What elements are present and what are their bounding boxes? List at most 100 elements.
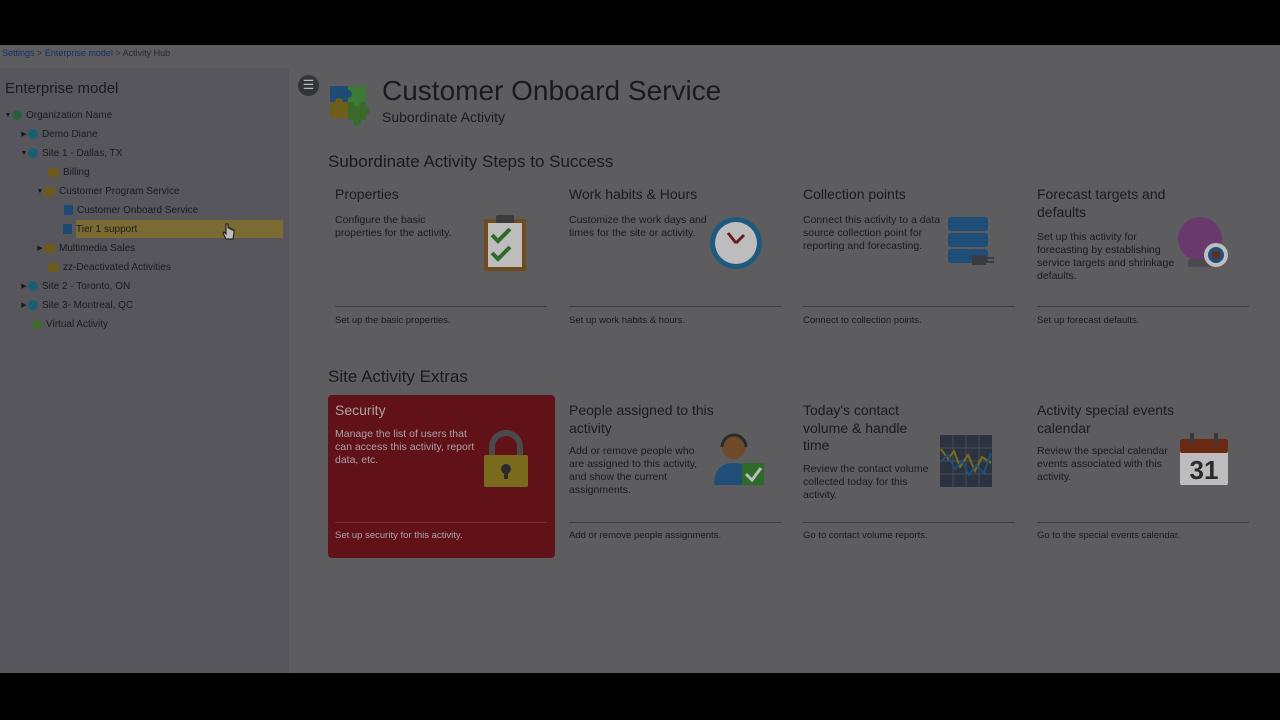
card-description: Set up this activity for forecasting by … bbox=[1037, 231, 1175, 282]
expand-arrow-icon[interactable]: ▼ bbox=[36, 188, 44, 195]
folder-icon bbox=[48, 167, 59, 177]
card-footer-link[interactable]: Set up work habits & hours. bbox=[569, 315, 685, 326]
globe-icon bbox=[28, 129, 38, 139]
security-card[interactable]: Security Manage the list of users that c… bbox=[328, 395, 555, 558]
card-footer-link[interactable]: Go to contact volume reports. bbox=[803, 530, 928, 541]
calendar-day-number: 31 bbox=[1190, 455, 1219, 485]
collapse-arrow-icon[interactable]: ▶ bbox=[20, 130, 28, 138]
special-events-calendar-card[interactable]: Activity special events calendar Review … bbox=[1030, 395, 1257, 558]
document-icon bbox=[64, 205, 73, 215]
card-description: Review the special calendar events assoc… bbox=[1037, 445, 1168, 483]
line-chart-icon bbox=[940, 435, 992, 487]
tree-item-label: Customer Onboard Service bbox=[77, 204, 199, 216]
tree-item-label: Multimedia Sales bbox=[59, 242, 136, 254]
crystal-ball-target-icon bbox=[1178, 217, 1228, 267]
tree-item-deactivated-activities[interactable]: zz-Deactivated Activities bbox=[48, 258, 171, 276]
card-description: Add or remove people who are assigned to… bbox=[569, 445, 698, 496]
contact-volume-card[interactable]: Today's contact volume & handle time Rev… bbox=[796, 395, 1023, 558]
card-title: Collection points bbox=[803, 186, 906, 202]
breadcrumb-settings[interactable]: Settings bbox=[2, 48, 35, 58]
main-content: ☰ Customer Onboard Service Subordinate A… bbox=[289, 68, 1280, 673]
tree-item-label: Billing bbox=[63, 166, 90, 178]
breadcrumb-separator: > bbox=[115, 48, 121, 58]
padlock-icon bbox=[484, 430, 528, 487]
pin-icon bbox=[33, 319, 42, 329]
card-footer-link[interactable]: Set up the basic properties. bbox=[335, 315, 451, 326]
card-divider bbox=[335, 522, 547, 523]
database-plug-icon bbox=[948, 217, 994, 265]
calendar-icon: 31 bbox=[1180, 433, 1228, 485]
breadcrumb-enterprise-model[interactable]: Enterprise model bbox=[45, 48, 113, 58]
menu-icon: ☰ bbox=[302, 77, 315, 92]
card-title: Today's contact volume & handle time bbox=[803, 402, 908, 453]
tree-item-multimedia-sales[interactable]: ▶ Multimedia Sales bbox=[36, 239, 135, 257]
tree-item-organization[interactable]: ▼ Organization Name bbox=[4, 106, 113, 124]
tree-item-billing[interactable]: Billing bbox=[48, 163, 90, 181]
card-description: Configure the basic properties for the a… bbox=[335, 214, 452, 239]
tree-item-label: Organization Name bbox=[26, 109, 113, 121]
tree-item-site-1[interactable]: ▼ Site 1 - Dallas, TX bbox=[20, 144, 123, 162]
card-footer-link[interactable]: Go to the special events calendar. bbox=[1037, 530, 1180, 541]
tree-item-tier-1-support[interactable]: Tier 1 support bbox=[63, 220, 283, 240]
tree-item-site-2[interactable]: ▶ Site 2 - Toronto, ON bbox=[20, 277, 130, 295]
globe-icon bbox=[28, 300, 38, 310]
collapse-arrow-icon[interactable]: ▶ bbox=[36, 244, 44, 252]
tree-item-virtual-activity[interactable]: Virtual Activity bbox=[33, 315, 108, 333]
person-headset-icon bbox=[714, 433, 764, 485]
people-assigned-card[interactable]: People assigned to this activity Add or … bbox=[562, 395, 789, 558]
expand-arrow-icon[interactable]: ▼ bbox=[20, 150, 28, 157]
folder-icon bbox=[44, 186, 55, 196]
activity-hub-app: Settings > Enterprise model > Activity H… bbox=[0, 45, 1280, 673]
card-divider bbox=[1037, 522, 1249, 523]
collapse-arrow-icon[interactable]: ▶ bbox=[20, 282, 28, 290]
tree-item-customer-program-service[interactable]: ▼ Customer Program Service bbox=[36, 182, 180, 200]
tree-item-label: Site 1 - Dallas, TX bbox=[42, 147, 123, 159]
card-footer-link[interactable]: Connect to collection points. bbox=[803, 315, 922, 326]
steps-section-title: Subordinate Activity Steps to Success bbox=[328, 152, 614, 171]
tree-item-customer-onboard-service[interactable]: Customer Onboard Service bbox=[64, 201, 198, 219]
tree-item-label: Virtual Activity bbox=[46, 318, 109, 330]
card-divider bbox=[569, 522, 781, 523]
menu-button[interactable]: ☰ bbox=[298, 75, 319, 96]
sidebar: Enterprise model ▼ Organization Name ▶ D… bbox=[0, 68, 289, 673]
document-icon bbox=[63, 224, 72, 234]
card-title: Properties bbox=[335, 186, 399, 202]
globe-icon bbox=[28, 281, 38, 291]
card-footer-link[interactable]: Set up forecast defaults. bbox=[1037, 315, 1139, 326]
breadcrumb: Settings > Enterprise model > Activity H… bbox=[2, 48, 170, 58]
tree-item-site-3[interactable]: ▶ Site 3- Montreal, QC bbox=[20, 296, 133, 314]
mouse-pointer-icon bbox=[222, 223, 235, 240]
tree-item-label: Site 3- Montreal, QC bbox=[42, 299, 134, 311]
extras-section-title: Site Activity Extras bbox=[328, 367, 468, 386]
collapse-arrow-icon[interactable]: ▶ bbox=[20, 301, 28, 309]
collection-points-card[interactable]: Collection points Connect this activity … bbox=[796, 179, 1023, 342]
properties-card[interactable]: Properties Configure the basic propertie… bbox=[328, 179, 555, 342]
card-footer-link[interactable]: Set up security for this activity. bbox=[335, 530, 463, 541]
expand-arrow-icon[interactable]: ▼ bbox=[4, 112, 12, 119]
page-subtitle: Subordinate Activity bbox=[382, 109, 505, 125]
puzzle-pieces-icon bbox=[330, 86, 370, 126]
work-habits-card[interactable]: Work habits & Hours Customize the work d… bbox=[562, 179, 789, 342]
card-footer-link[interactable]: Add or remove people assignments. bbox=[569, 530, 721, 541]
tree-item-label: Customer Program Service bbox=[59, 185, 180, 197]
forecast-targets-card[interactable]: Forecast targets and defaults Set up thi… bbox=[1030, 179, 1257, 342]
card-divider bbox=[803, 306, 1015, 307]
card-title: Security bbox=[335, 402, 386, 418]
card-divider bbox=[1037, 306, 1249, 307]
tree-item-label: Site 2 - Toronto, ON bbox=[42, 280, 131, 292]
card-description: Connect this activity to a data source c… bbox=[803, 214, 941, 252]
breadcrumb-separator: > bbox=[37, 48, 43, 58]
clipboard-check-icon bbox=[484, 215, 526, 271]
folder-icon bbox=[48, 262, 59, 272]
card-description: Manage the list of users that can access… bbox=[335, 428, 475, 466]
globe-icon bbox=[28, 148, 38, 158]
globe-icon bbox=[12, 110, 22, 120]
tree-item-label: Demo Diane bbox=[42, 128, 98, 140]
tree-item-label: Tier 1 support bbox=[76, 223, 138, 235]
card-divider bbox=[569, 306, 781, 307]
tree-item-demo-diane[interactable]: ▶ Demo Diane bbox=[20, 125, 98, 143]
breadcrumb-activity-hub: Activity Hub bbox=[122, 48, 171, 58]
card-description: Review the contact volume collected toda… bbox=[803, 463, 929, 501]
card-divider bbox=[335, 306, 547, 307]
clock-icon bbox=[710, 217, 762, 269]
